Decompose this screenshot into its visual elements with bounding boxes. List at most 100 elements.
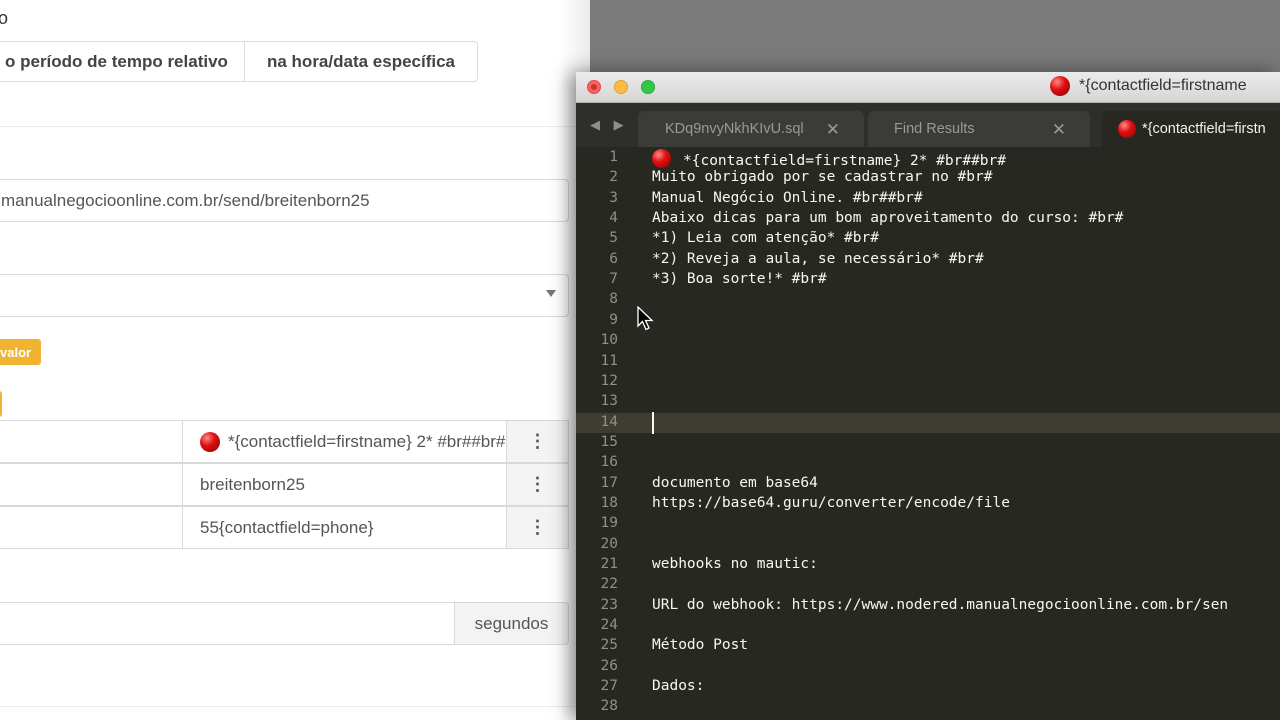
- code-line-text: Método Post: [652, 637, 749, 654]
- data-key-input[interactable]: [0, 506, 183, 549]
- minimize-window-button[interactable]: [614, 80, 628, 94]
- current-line-highlight: [576, 412, 1280, 433]
- data-value-text: *{contactfield=firstname} 2* #br##br#: [228, 431, 506, 451]
- code-line: URL do webhook: https://www.nodered.manu…: [652, 597, 1228, 613]
- red-circle-icon: [1050, 76, 1070, 96]
- line-number: 9: [609, 311, 618, 328]
- tab-sql-file[interactable]: KDq9nvyNkhKIvU.sql ✕: [638, 111, 864, 147]
- line-number: 3: [609, 189, 618, 206]
- line-number: 22: [600, 576, 618, 593]
- title-bar[interactable]: *{contactfield=firstname: [576, 72, 1280, 103]
- nav-arrows-icon[interactable]: ◀ ▶: [590, 117, 629, 133]
- line-number: 8: [609, 291, 618, 308]
- line-number: 15: [600, 433, 618, 450]
- code-line-text: *2) Reveja a aula, se necessário* #br#: [652, 250, 984, 267]
- code-line-text: *3) Boa sorte!* #br#: [652, 271, 827, 288]
- tab-active-file[interactable]: *{contactfield=firstn: [1102, 111, 1280, 147]
- specific-datetime-button[interactable]: na hora/data específica: [245, 41, 478, 82]
- tab-find-results[interactable]: Find Results ✕: [868, 111, 1090, 147]
- data-key-input[interactable]: [0, 463, 183, 506]
- divider: [0, 126, 590, 127]
- code-line-text: URL do webhook: https://www.nodered.manu…: [652, 596, 1229, 613]
- line-number: 17: [600, 474, 618, 491]
- data-value-input[interactable]: breitenborn25: [182, 463, 507, 506]
- close-icon[interactable]: ✕: [826, 120, 840, 140]
- line-number: 5: [609, 230, 618, 247]
- code-line: *3) Boa sorte!* #br#: [652, 271, 827, 287]
- code-line-text: https://base64.guru/converter/encode/fil…: [652, 494, 1010, 511]
- close-icon[interactable]: ✕: [1052, 120, 1066, 140]
- tab-label: KDq9nvyNkhKIvU.sql: [665, 121, 804, 137]
- code-line: *2) Reveja a aula, se necessário* #br#: [652, 251, 984, 267]
- code-line: *1) Leia com atenção* #br#: [652, 230, 879, 246]
- data-row: *{contactfield=firstname} 2* #br##br# ⋮: [0, 420, 569, 463]
- line-number: 18: [600, 494, 618, 511]
- line-number: 6: [609, 250, 618, 267]
- window-title-text: *{contactfield=firstname: [1079, 77, 1247, 94]
- add-value-button[interactable]: valor: [0, 339, 42, 365]
- line-number: 25: [600, 637, 618, 654]
- code-line: Método Post: [652, 637, 748, 653]
- line-number: 10: [600, 332, 618, 349]
- line-number: 2: [609, 169, 618, 186]
- line-number: 4: [609, 210, 618, 227]
- code-line-text: Manual Negócio Online. #br##br#: [652, 189, 923, 206]
- code-line: Manual Negócio Online. #br##br#: [652, 190, 923, 206]
- code-line: Abaixo dicas para um bom aproveitamento …: [652, 210, 1123, 226]
- webhook-url-input[interactable]: manualnegocioonline.com.br/send/breitenb…: [0, 179, 569, 222]
- red-circle-icon: [1118, 120, 1136, 138]
- text-caret: [652, 411, 654, 434]
- data-key-input[interactable]: [0, 420, 183, 463]
- timeout-input[interactable]: [0, 602, 456, 645]
- line-number: 11: [600, 352, 618, 369]
- code-line: https://base64.guru/converter/encode/fil…: [652, 495, 1010, 511]
- line-number: 23: [600, 596, 618, 613]
- code-line-text: *{contactfield=firstname} 2* #br##br#: [683, 153, 1007, 169]
- line-number: 7: [609, 271, 618, 288]
- code-line-text: Abaixo dicas para um bom aproveitamento …: [652, 210, 1124, 227]
- window-title: *{contactfield=firstname: [1050, 76, 1247, 96]
- code-line-text: Dados:: [652, 678, 705, 695]
- line-number: 19: [600, 515, 618, 532]
- method-select[interactable]: [0, 274, 569, 317]
- tab-label: *{contactfield=firstn: [1142, 121, 1266, 137]
- seconds-addon: segundos: [454, 602, 569, 645]
- line-number: 26: [600, 657, 618, 674]
- campaign-action-form: o o período de tempo relativo na hora/da…: [0, 0, 590, 720]
- mouse-pointer-icon: [637, 306, 654, 331]
- tab-bar: ◀ ▶ KDq9nvyNkhKIvU.sql ✕ Find Results ✕ …: [576, 103, 1280, 147]
- code-line: webhooks no mautic:: [652, 556, 818, 572]
- text-editor-window: *{contactfield=firstname ◀ ▶ KDq9nvyNkhK…: [576, 72, 1280, 720]
- data-value-input[interactable]: *{contactfield=firstname} 2* #br##br#: [182, 420, 507, 463]
- chevron-down-icon: [546, 290, 556, 297]
- data-row: 55{contactfield=phone} ⋮: [0, 506, 569, 549]
- close-window-button[interactable]: [587, 80, 601, 94]
- line-number: 13: [600, 393, 618, 410]
- red-circle-icon: [652, 149, 671, 168]
- line-number: 14: [600, 413, 618, 430]
- code-line-text: Muito obrigado por se cadastrar no #br#: [652, 169, 993, 186]
- code-line-text: *1) Leia com atenção* #br#: [652, 230, 879, 247]
- line-number: 12: [600, 372, 618, 389]
- code-line-text: documento em base64: [652, 474, 818, 491]
- form-heading-fragment: o: [0, 8, 9, 28]
- code-area[interactable]: 1 *{contactfield=firstname} 2* #br##br# 2 M…: [576, 147, 1280, 720]
- maximize-window-button[interactable]: [641, 80, 655, 94]
- code-line: *{contactfield=firstname} 2* #br##br#: [652, 149, 1006, 169]
- line-number: 27: [600, 678, 618, 695]
- relative-time-button[interactable]: o período de tempo relativo: [0, 41, 245, 82]
- line-number: 20: [600, 535, 618, 552]
- add-header-button[interactable]: [0, 391, 2, 417]
- code-line-text: webhooks no mautic:: [652, 556, 818, 572]
- code-line: documento em base64: [652, 475, 818, 491]
- red-circle-icon: [200, 431, 220, 452]
- code-line: Dados:: [652, 678, 704, 694]
- data-row: breitenborn25 ⋮: [0, 463, 569, 506]
- data-value-input[interactable]: 55{contactfield=phone}: [182, 506, 507, 549]
- line-number: 21: [600, 556, 618, 572]
- line-number: 16: [600, 454, 618, 471]
- divider: [0, 706, 590, 707]
- line-number: 24: [600, 617, 618, 634]
- line-number: 28: [600, 698, 618, 715]
- line-number: 1: [609, 149, 618, 165]
